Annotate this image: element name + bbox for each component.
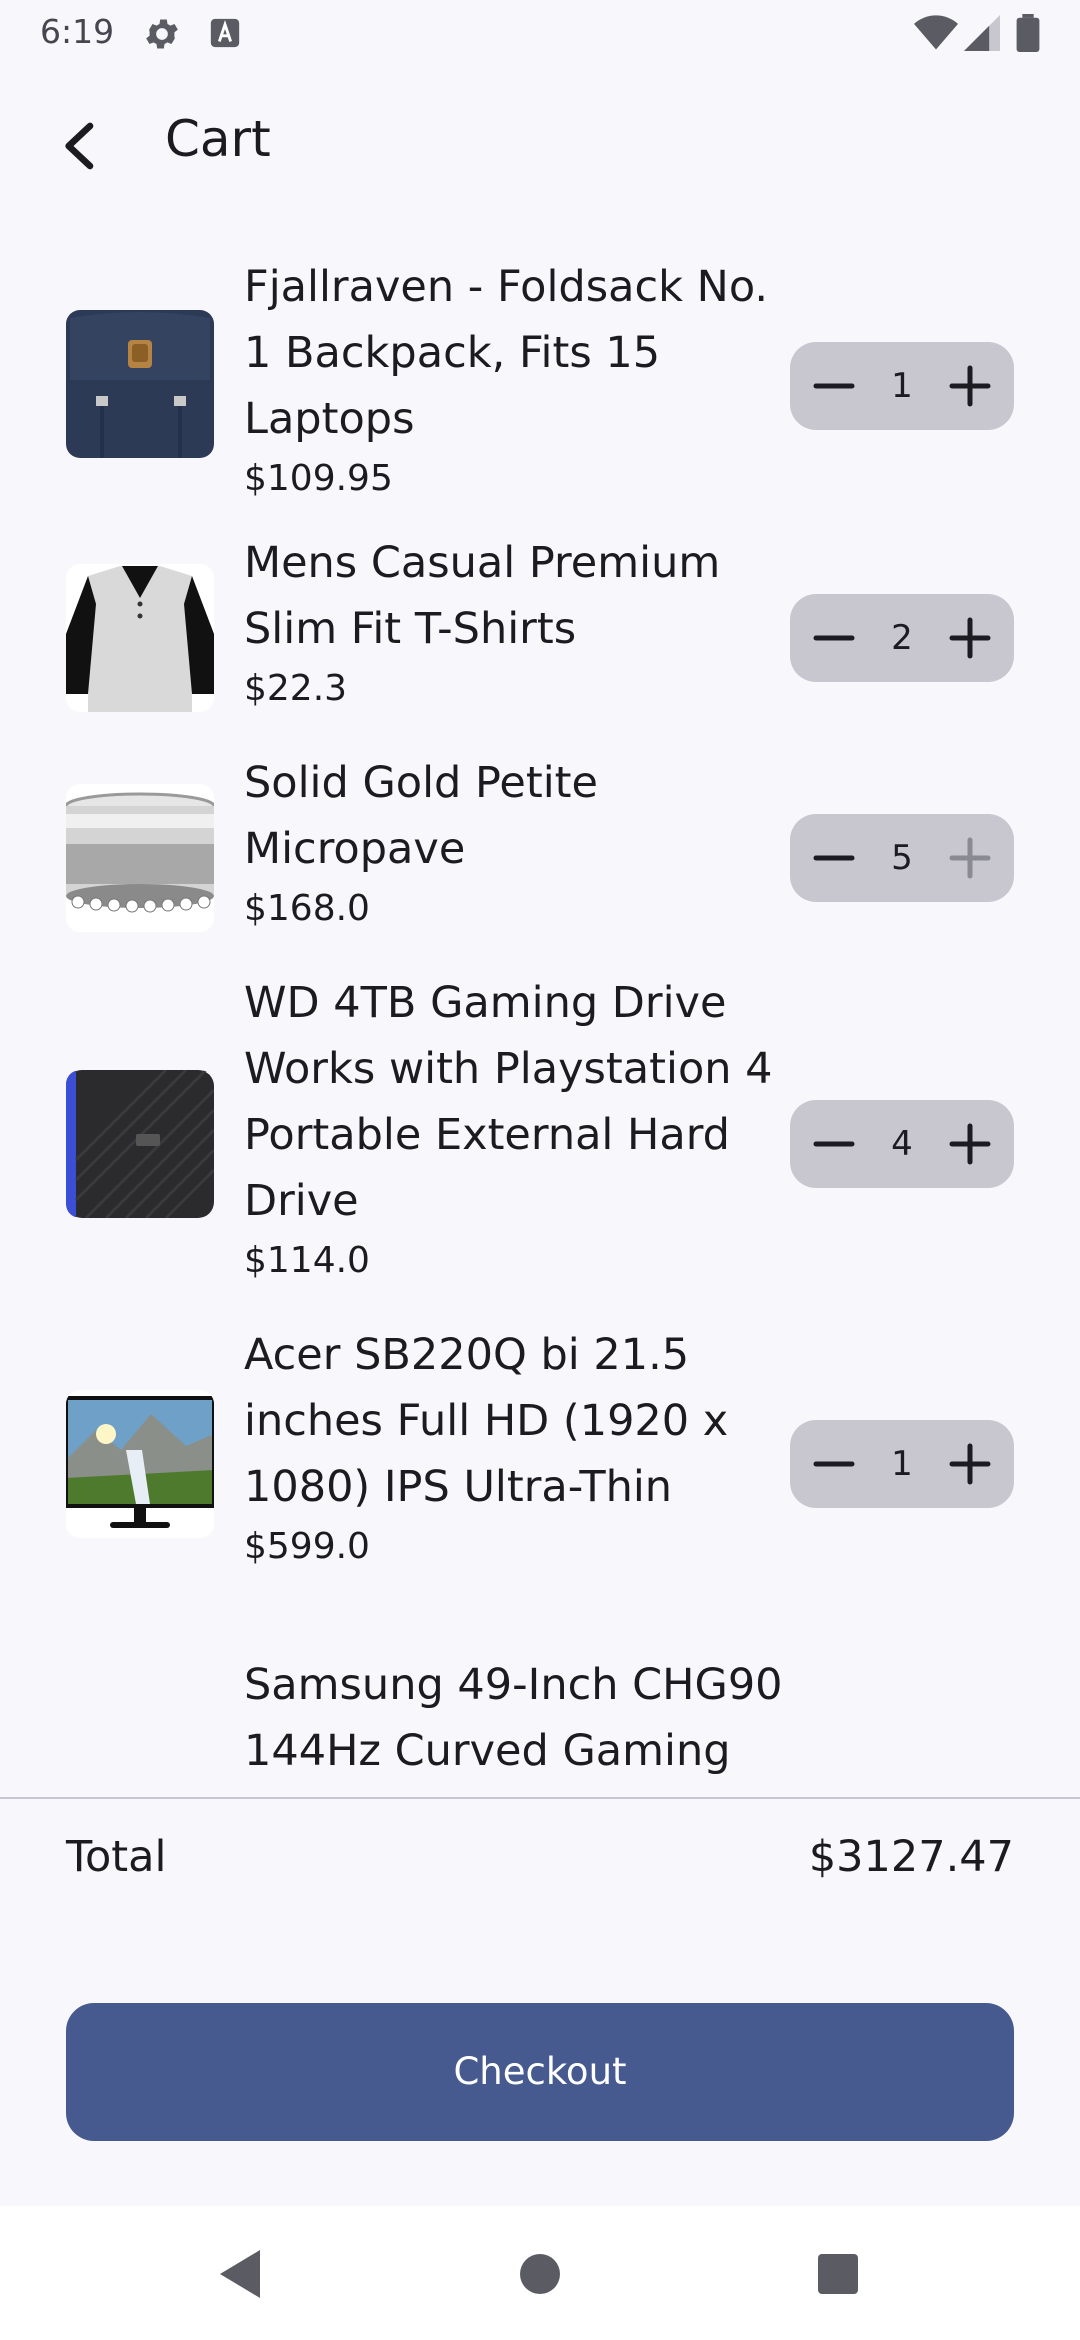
back-button[interactable] — [50, 114, 114, 178]
minus-icon — [813, 855, 855, 861]
status-time: 6:19 — [40, 12, 115, 51]
wifi-icon — [914, 14, 958, 56]
quantity-value: 5 — [891, 838, 913, 878]
increase-button[interactable] — [926, 342, 1014, 430]
decrease-button[interactable] — [790, 342, 878, 430]
settings-icon — [142, 14, 182, 58]
product-image — [66, 310, 214, 458]
system-nav-bar — [0, 2206, 1080, 2340]
nav-home-icon — [520, 2254, 560, 2294]
cart-list[interactable]: Fjallraven - Foldsack No. 1 Backpack, Fi… — [0, 240, 1080, 1798]
nav-home-button[interactable] — [480, 2206, 600, 2340]
plus-icon — [949, 365, 991, 407]
item-name: Fjallraven - Foldsack No. 1 Backpack, Fi… — [244, 262, 769, 444]
decrease-button[interactable] — [790, 1420, 878, 1508]
item-price: $22.3 — [244, 668, 348, 709]
minus-icon — [813, 383, 855, 389]
app-bar: Cart — [0, 96, 1080, 192]
plus-icon — [949, 1443, 991, 1485]
increase-button[interactable] — [926, 1420, 1014, 1508]
quantity-value: 2 — [891, 618, 913, 658]
item-name: Solid Gold Petite Micropave — [244, 758, 598, 874]
decrease-button[interactable] — [790, 1100, 878, 1188]
product-image — [66, 784, 214, 932]
quantity-stepper: 1 — [790, 1420, 1014, 1508]
minus-icon — [813, 635, 855, 641]
decrease-button[interactable] — [790, 594, 878, 682]
plus-icon — [949, 617, 991, 659]
item-details: WD 4TB Gaming Drive Works with Playstati… — [244, 970, 784, 1286]
product-image — [66, 1390, 214, 1538]
total-label: Total — [66, 1832, 167, 1882]
item-price: $599.0 — [244, 1526, 370, 1567]
plus-icon — [949, 1123, 991, 1165]
increase-button-disabled[interactable] — [926, 814, 1014, 902]
product-image — [66, 1070, 214, 1218]
quantity-stepper: 4 — [790, 1100, 1014, 1188]
battery-icon — [1016, 14, 1040, 56]
item-name: Samsung 49-Inch CHG90 144Hz Curved Gamin… — [244, 1660, 783, 1776]
quantity-value: 4 — [891, 1124, 913, 1164]
nav-recents-icon — [818, 2254, 858, 2294]
a11y-icon — [208, 16, 242, 54]
item-details: Mens Casual Premium Slim Fit T-Shirts $2… — [244, 530, 784, 714]
signal-icon — [964, 14, 1000, 56]
quantity-value: 1 — [891, 366, 913, 406]
increase-button[interactable] — [926, 1100, 1014, 1188]
nav-recents-button[interactable] — [778, 2206, 898, 2340]
back-arrow-icon — [65, 122, 94, 170]
item-details: Acer SB220Q bi 21.5 inches Full HD (1920… — [244, 1322, 784, 1572]
minus-icon — [813, 1141, 855, 1147]
increase-button[interactable] — [926, 594, 1014, 682]
product-image — [66, 564, 214, 712]
quantity-value: 1 — [891, 1444, 913, 1484]
decrease-button[interactable] — [790, 814, 878, 902]
item-name: Acer SB220Q bi 21.5 inches Full HD (1920… — [244, 1330, 729, 1512]
page-title: Cart — [165, 110, 271, 168]
checkout-button[interactable]: Checkout — [66, 2003, 1014, 2141]
item-price: $114.0 — [244, 1240, 370, 1281]
item-name: Mens Casual Premium Slim Fit T-Shirts — [244, 538, 721, 654]
item-details: Samsung 49-Inch CHG90 144Hz Curved Gamin… — [244, 1652, 784, 1784]
divider — [0, 1797, 1080, 1799]
quantity-stepper: 2 — [790, 594, 1014, 682]
item-details: Solid Gold Petite Micropave $168.0 — [244, 750, 784, 934]
quantity-stepper: 5 — [790, 814, 1014, 902]
plus-icon — [949, 837, 991, 879]
minus-icon — [813, 1461, 855, 1467]
status-bar: 6:19 — [0, 0, 1080, 66]
quantity-stepper: 1 — [790, 342, 1014, 430]
nav-back-icon — [220, 2250, 260, 2298]
item-price: $109.95 — [244, 458, 393, 499]
nav-back-button[interactable] — [180, 2206, 300, 2340]
cart-screen: 6:19 Cart Fjallraven - Foldsack No. 1 Ba… — [0, 0, 1080, 2340]
total-value: $3127.47 — [808, 1832, 1014, 1882]
item-price: $168.0 — [244, 888, 370, 929]
item-details: Fjallraven - Foldsack No. 1 Backpack, Fi… — [244, 254, 784, 504]
item-name: WD 4TB Gaming Drive Works with Playstati… — [244, 978, 773, 1226]
